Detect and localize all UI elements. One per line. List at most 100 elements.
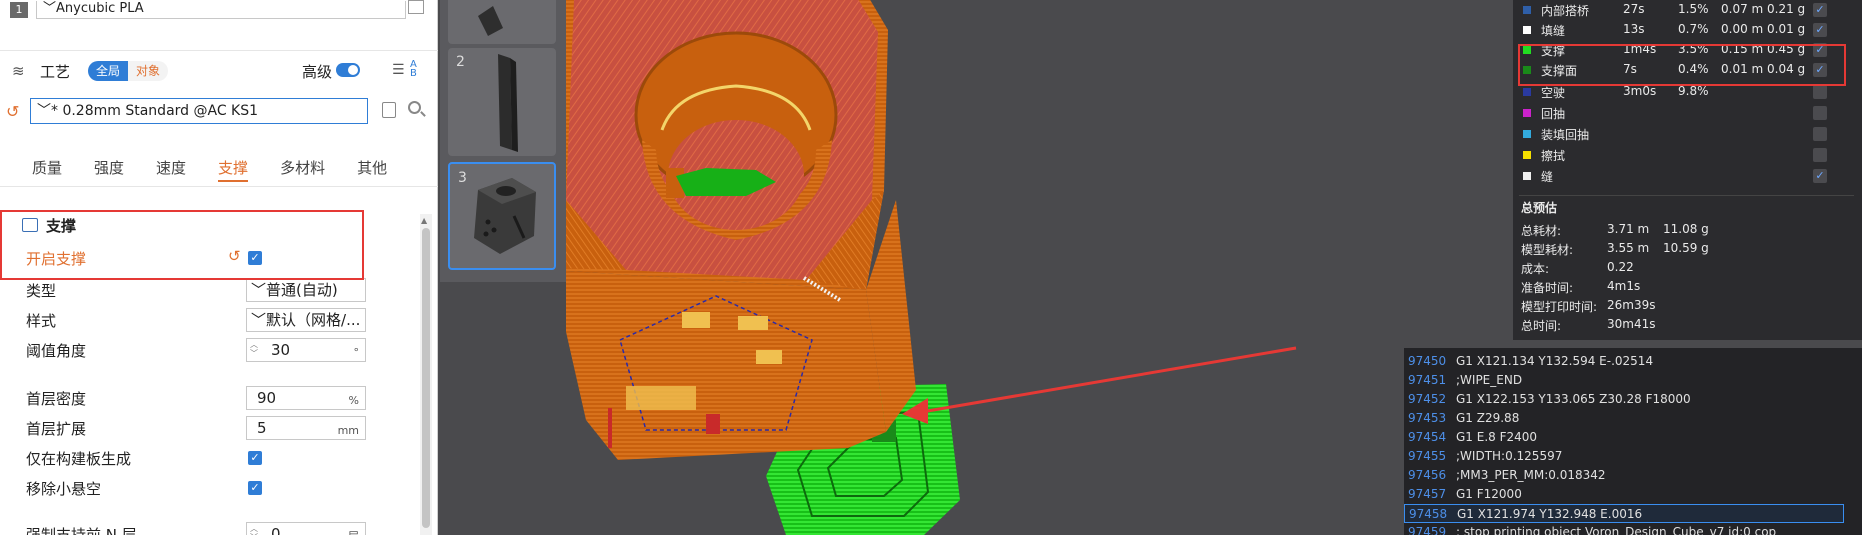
scope-global-button[interactable]: 全局 [88,61,129,81]
tab-support[interactable]: 支撑 [218,158,249,182]
estimate-value-2: 11.08 g [1663,222,1709,236]
first-layer-density-field[interactable]: 90% [246,386,366,410]
estimate-row: 模型耗材: 3.55 m 10.59 g [1513,240,1862,259]
legend-percent: 1.5% [1678,2,1709,16]
annotation-highlight-box [1518,44,1846,86]
visibility-checkbox[interactable] [1813,85,1827,99]
estimate-value: 4m1s [1607,279,1641,293]
tab-strength[interactable]: 强度 [94,158,124,182]
settings-tabs: 质量 强度 速度 支撑 多材料 其他 [0,158,438,186]
estimate-row: 总时间: 30m41s [1513,316,1862,335]
edit-icon[interactable] [408,0,424,14]
line-number: 97455 [1408,449,1447,463]
advanced-label: 高级 [302,63,333,81]
filament-index: 1 [10,2,28,18]
legend-weight: 0.21 g [1767,2,1806,16]
line-number: 97456 [1408,468,1447,482]
scrollbar-thumb[interactable] [422,228,430,528]
compare-icon[interactable]: AB [410,60,417,79]
scroll-up-icon[interactable]: ▲ [421,216,427,225]
filament-name: Anycubic PLA [56,1,144,16]
gcode-line[interactable]: 97451 ;WIPE_END [1404,371,1844,390]
save-icon[interactable] [382,102,396,118]
support-style-select[interactable]: ﹀默认（网格/... [246,308,366,332]
threshold-angle-value: 30 [271,341,291,359]
gcode-text: ;WIDTH:0.125597 [1456,449,1563,463]
setting-first-layer-expansion: 首层扩展 5 mm [0,416,420,440]
support-type-select[interactable]: ﹀普通(自动) [246,278,366,302]
estimate-label: 总时间: [1521,319,1562,333]
visibility-checkbox[interactable]: ✓ [1813,23,1827,37]
line-number: 97452 [1408,392,1447,406]
estimate-label: 模型耗材: [1521,243,1574,257]
visibility-checkbox[interactable] [1813,127,1827,141]
setting-label: 仅在构建板生成 [26,450,132,468]
enforce-layers-value: 0 [271,525,281,535]
threshold-angle-field[interactable]: 30 ° [246,338,366,362]
legend-feature: 缝 [1541,170,1554,184]
visibility-checkbox[interactable]: ✓ [1813,3,1827,17]
gcode-line[interactable]: 97450 G1 X121.134 Y132.594 E-.02514 [1404,352,1844,371]
reset-icon[interactable]: ↺ [6,102,19,121]
search-icon[interactable] [408,101,421,114]
color-swatch [1523,6,1531,14]
line-number: 97454 [1408,430,1447,444]
unit-label: % [348,394,359,407]
list-icon[interactable]: ☰ [392,62,405,78]
process-header: ≋ 工艺 全局 对象 高级 ☰ AB [0,58,438,84]
gcode-line[interactable]: 97456 ;MM3_PER_MM:0.018342 [1404,466,1844,485]
tab-speed[interactable]: 速度 [156,158,186,182]
advanced-toggle[interactable] [336,63,360,77]
line-number: 97450 [1408,354,1447,368]
remove-small-overhang-checkbox[interactable]: ✓ [248,481,262,495]
on-build-plate-only-checkbox[interactable]: ✓ [248,451,262,465]
scope-switch[interactable]: 全局 对象 [88,61,169,81]
spin-arrows-icon[interactable]: ︿﹀ [250,524,258,535]
gcode-line[interactable]: 97454 G1 E.8 F2400 [1404,428,1844,447]
visibility-checkbox[interactable] [1813,148,1827,162]
process-preset-select[interactable]: ﹀* 0.28mm Standard @AC KS1 [30,98,368,124]
plate-thumbnail-selected[interactable]: 3 [448,162,556,270]
tab-quality[interactable]: 质量 [32,158,62,182]
gcode-text: G1 X121.134 Y132.594 E-.02514 [1456,354,1654,368]
gcode-line[interactable]: 97455 ;WIDTH:0.125597 [1404,447,1844,466]
slicer-window: 1 ﹀Anycubic PLA ≋ 工艺 全局 对象 高级 ☰ AB ↺ ﹀* … [0,0,1862,535]
gcode-line[interactable]: 97459 ; stop printing object Voron_Design… [1404,523,1844,535]
tab-multimaterial[interactable]: 多材料 [280,158,325,182]
legend-length: 0.07 m [1721,2,1764,16]
color-swatch [1523,26,1531,34]
plate-thumbnail[interactable]: 2 [448,48,556,156]
gcode-line[interactable]: 97453 G1 Z29.88 [1404,409,1844,428]
setting-enforce-support-layers: 强制支持前 N 层 0层 ︿﹀ [0,522,420,535]
color-swatch [1523,151,1531,159]
enforce-layers-field[interactable]: 0层 [246,522,366,535]
estimate-label: 总耗材: [1521,224,1562,238]
visibility-checkbox[interactable] [1813,106,1827,120]
filament-select[interactable]: ﹀Anycubic PLA [36,1,406,19]
legend-time: 27s [1623,2,1645,16]
first-layer-expansion-field[interactable]: 5 mm [246,416,366,440]
color-swatch [1523,130,1531,138]
tab-others[interactable]: 其他 [357,158,387,182]
plate-list: 2 3 [440,0,566,282]
setting-label: 首层扩展 [26,420,87,438]
color-swatch [1523,109,1531,117]
visibility-checkbox[interactable]: ✓ [1813,169,1827,183]
estimate-title: 总预估 [1521,201,1558,215]
divider [0,186,438,187]
gcode-line-current[interactable]: 97458 G1 X121.974 Y132.948 E.0016 [1404,504,1844,523]
setting-threshold-angle: 阈值角度 30 ° ︿ ﹀ [0,338,420,362]
scope-object-button[interactable]: 对象 [128,61,169,81]
legend-row: 擦拭 [1513,145,1862,165]
spin-arrows-icon[interactable]: ︿﹀ [250,340,258,358]
setting-label: 类型 [26,282,57,300]
process-settings-panel: 1 ﹀Anycubic PLA ≋ 工艺 全局 对象 高级 ☰ AB ↺ ﹀* … [0,0,438,535]
gcode-text: ;WIPE_END [1456,373,1523,387]
setting-remove-small-overhang: 移除小悬空 ✓ [0,476,420,500]
gcode-line[interactable]: 97457 G1 F12000 [1404,485,1844,504]
plate-thumbnail[interactable] [448,0,556,44]
gcode-viewer[interactable]: 97450 G1 X121.134 Y132.594 E-.02514 97451… [1404,348,1862,535]
legend-time: 13s [1623,22,1645,36]
gcode-line[interactable]: 97452 G1 X122.153 Y133.065 Z30.28 F18000 [1404,390,1844,409]
divider [1519,195,1854,196]
